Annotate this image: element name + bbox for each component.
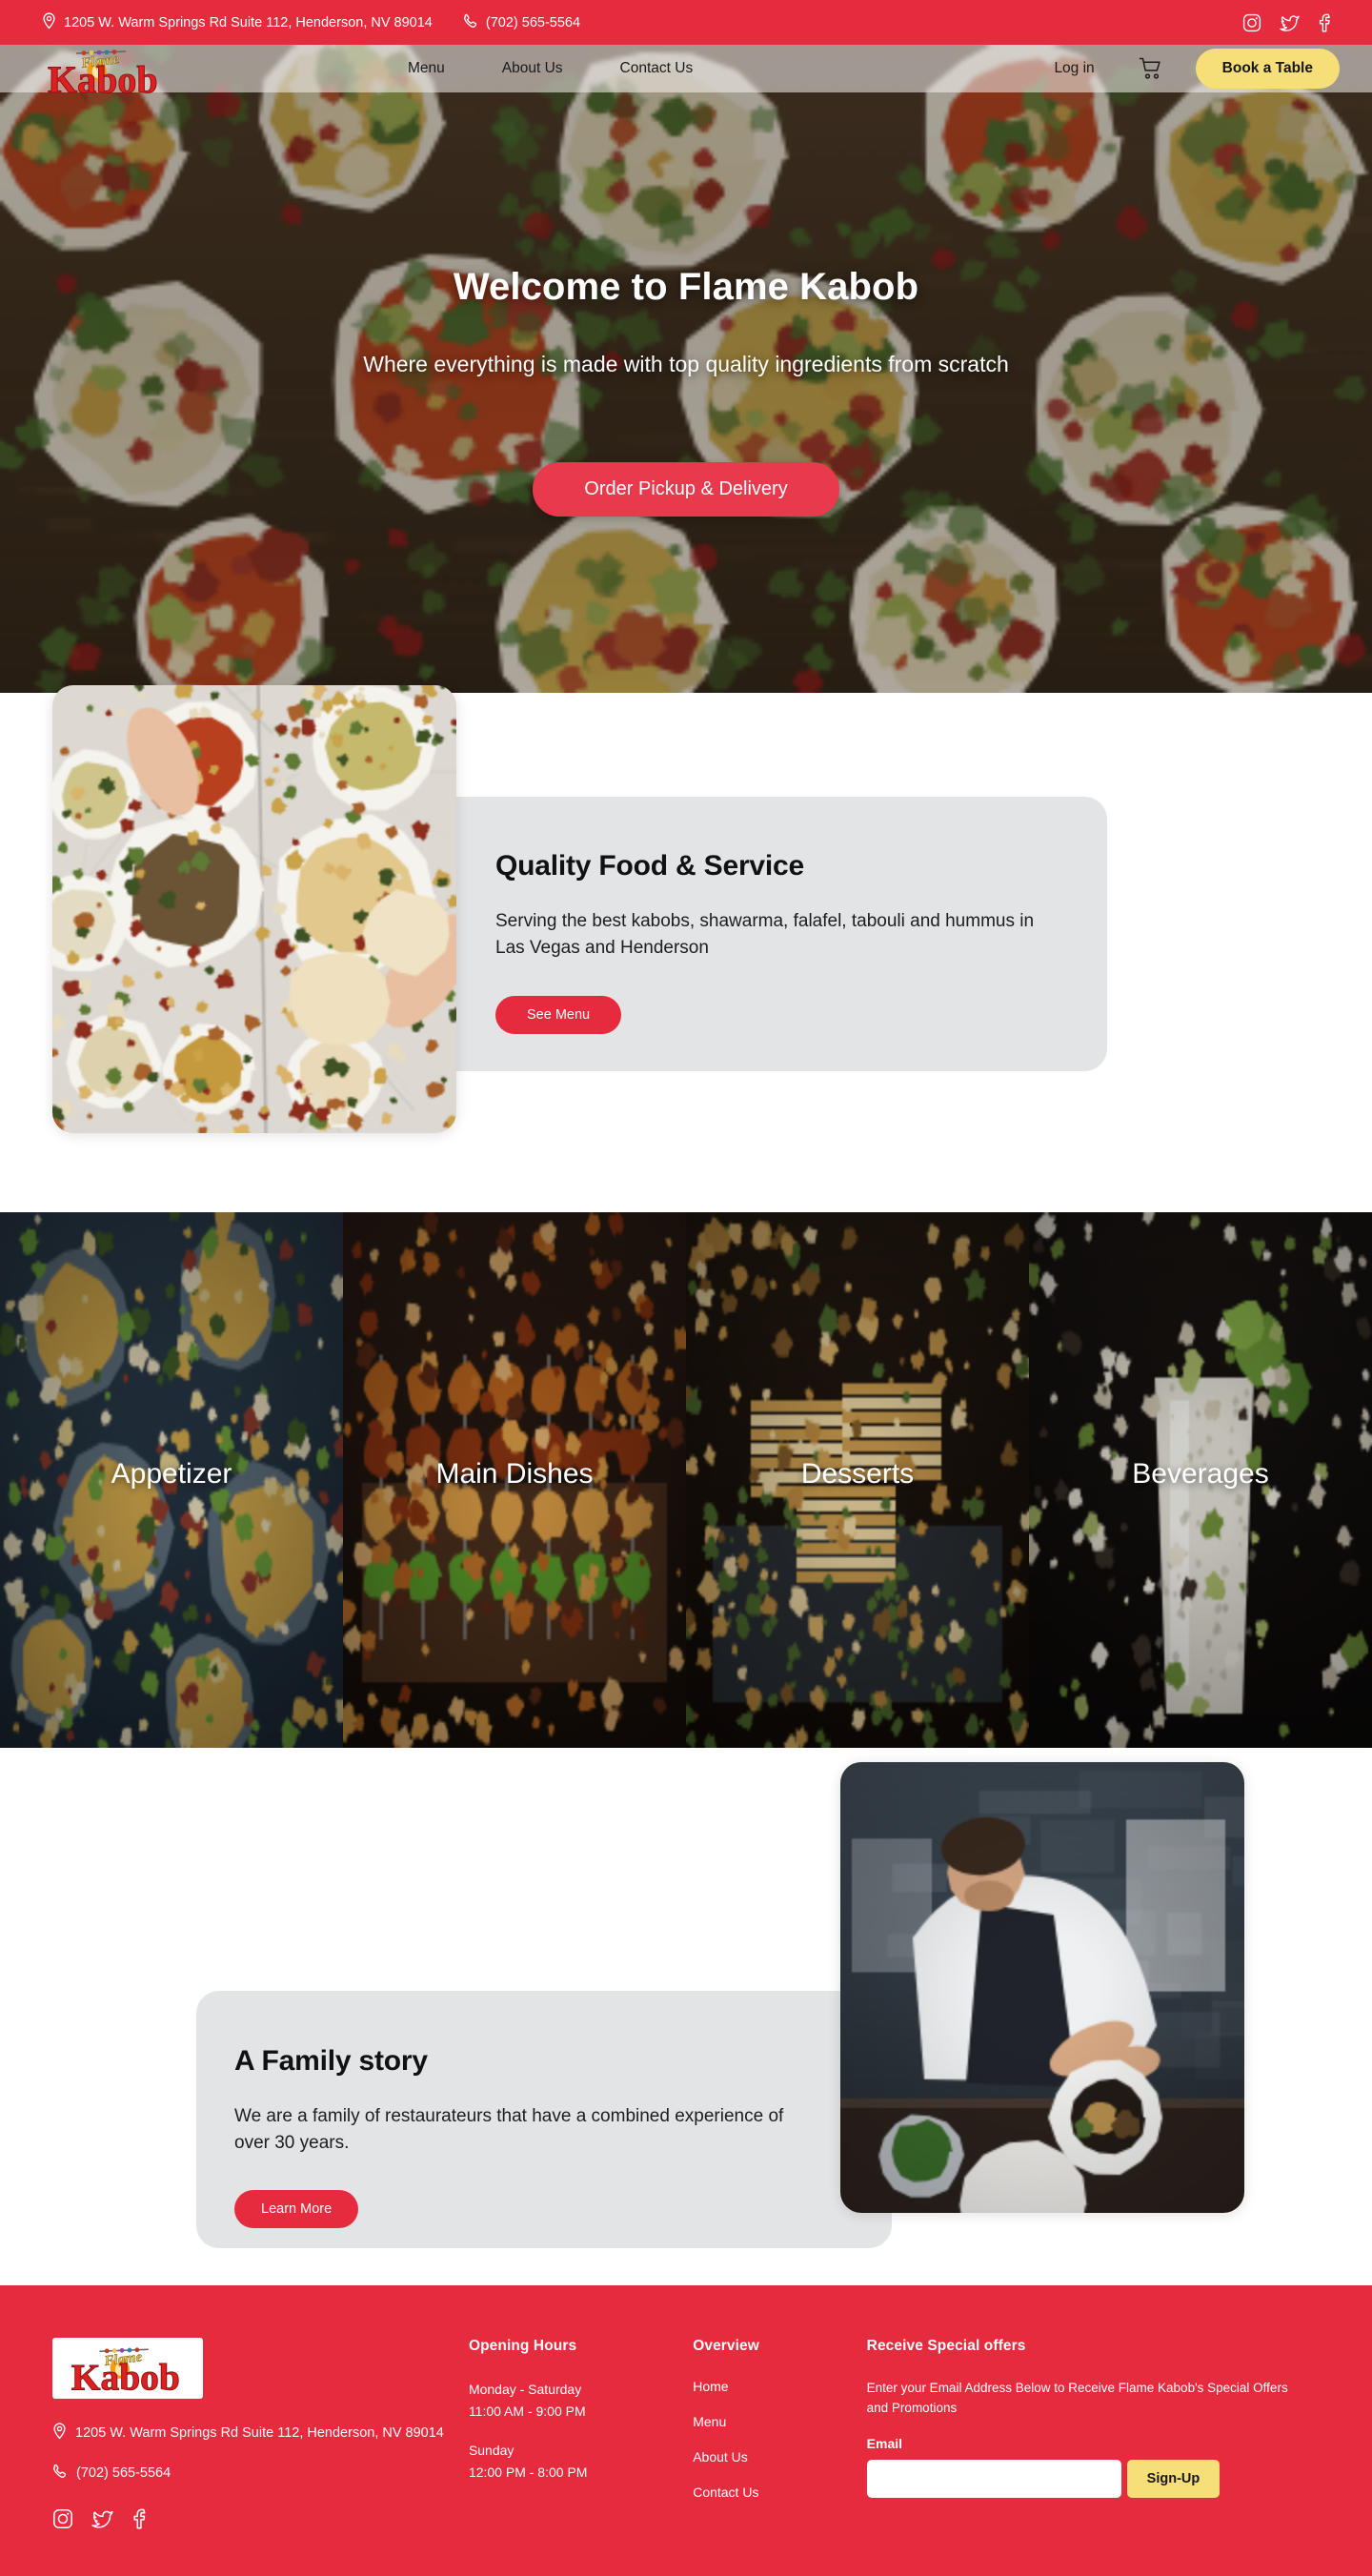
footer-address: 1205 W. Warm Springs Rd Suite 112, Hende… [52, 2423, 469, 2444]
svg-text:Kabob: Kabob [48, 58, 158, 98]
hero-section: Flame Kabob Menu About Us Contact Us Log… [0, 45, 1372, 693]
nav-right-group: Log in Book a Table [1025, 49, 1340, 89]
newsletter-email-label: Email [866, 2436, 903, 2452]
nav-links: Menu About Us Contact Us [379, 60, 721, 77]
topbar-social-links [1242, 13, 1330, 32]
facebook-icon[interactable] [131, 2508, 146, 2534]
category-tile-main-dishes[interactable]: Main Dishes [343, 1212, 686, 1748]
location-pin-icon [52, 2423, 67, 2444]
twitter-icon[interactable] [1280, 14, 1300, 31]
category-tile-appetizer[interactable]: Appetizer [0, 1212, 343, 1748]
footer-link-contact-us[interactable]: Contact Us [693, 2485, 866, 2500]
site-logo[interactable]: Flame Kabob [32, 45, 177, 98]
quality-body-text: Serving the best kabobs, shawarma, falaf… [495, 911, 1035, 958]
flame-kabob-logo-icon: Flame Kabob [48, 50, 158, 98]
flame-kabob-logo-icon: Flame Kabob [71, 2347, 180, 2397]
footer-logo[interactable]: Flame Kabob [52, 2338, 203, 2399]
order-pickup-delivery-button[interactable]: Order Pickup & Delivery [533, 462, 839, 517]
phone-icon [463, 13, 478, 32]
hero-subtitle: Where everything is made with top qualit… [363, 352, 1009, 376]
topbar-address-text: 1205 W. Warm Springs Rd Suite 112, Hende… [64, 14, 433, 30]
nav-item-menu[interactable]: Menu [379, 60, 474, 77]
topbar-address: 1205 W. Warm Springs Rd Suite 112, Hende… [42, 11, 433, 33]
category-label-main-dishes: Main Dishes [435, 1458, 594, 1490]
category-label-beverages: Beverages [1132, 1458, 1269, 1490]
phone-icon [52, 2464, 68, 2483]
footer-hours-sunday-time: 12:00 PM - 8:00 PM [468, 2464, 588, 2481]
footer-link-menu[interactable]: Menu [693, 2414, 866, 2429]
family-card: A Family story We are a family of restau… [196, 1991, 892, 2248]
book-a-table-button[interactable]: Book a Table [1195, 49, 1340, 89]
location-pin-icon [42, 11, 56, 33]
footer-social-links [52, 2508, 469, 2534]
quality-food-image [52, 685, 456, 1133]
chef-image [840, 1762, 1244, 2213]
instagram-icon[interactable] [1242, 13, 1261, 32]
footer-hours-weekday-time: 11:00 AM - 9:00 PM [468, 2403, 586, 2419]
footer-link-about-us[interactable]: About Us [693, 2449, 866, 2464]
category-label-appetizer: Appetizer [111, 1458, 232, 1490]
quality-food-section: Quality Food & Service Serving the best … [0, 685, 1372, 1212]
main-navigation: Flame Kabob Menu About Us Contact Us Log… [0, 45, 1372, 98]
footer-hours-sunday-days: Sunday [468, 2443, 514, 2459]
topbar-phone-text: (702) 565-5564 [485, 14, 581, 30]
category-tile-beverages[interactable]: Beverages [1029, 1212, 1372, 1748]
footer-newsletter-column: Receive Special offers Enter your Email … [866, 2338, 1320, 2534]
category-label-desserts: Desserts [800, 1458, 915, 1490]
family-story-section: A Family story We are a family of restau… [0, 1748, 1372, 2285]
footer-brand-column: Flame Kabob 1205 W. Warm Springs Rd Suit… [52, 2338, 469, 2534]
footer-hours-sunday: Sunday 12:00 PM - 8:00 PM [469, 2440, 693, 2483]
svg-text:Kabob: Kabob [71, 2357, 180, 2397]
newsletter-signup-button[interactable]: Sign-Up [1126, 2460, 1221, 2499]
family-body-text: We are a family of restaurateurs that ha… [234, 2106, 784, 2153]
newsletter-form: Sign-Up [866, 2460, 1320, 2499]
family-heading: A Family story [234, 2045, 428, 2077]
footer-phone[interactable]: (702) 565-5564 [52, 2464, 469, 2483]
twitter-icon[interactable] [91, 2509, 113, 2533]
learn-more-button[interactable]: Learn More [234, 2189, 359, 2228]
footer-address-text: 1205 W. Warm Springs Rd Suite 112, Hende… [75, 2425, 444, 2441]
footer-hours-weekday: Monday - Saturday 11:00 AM - 9:00 PM [469, 2379, 693, 2422]
category-tiles-section: Appetizer Main Dishes Desserts Beverages [0, 1212, 1372, 1748]
site-footer: Flame Kabob 1205 W. Warm Springs Rd Suit… [0, 2285, 1372, 2576]
footer-overview-column: Overview Home Menu About Us Contact Us [693, 2338, 866, 2534]
footer-hours-weekday-days: Monday - Saturday [468, 2382, 582, 2397]
quality-heading: Quality Food & Service [495, 850, 805, 882]
category-tile-desserts[interactable]: Desserts [686, 1212, 1029, 1748]
login-link[interactable]: Log in [1025, 60, 1122, 77]
hero-title: Welcome to Flame Kabob [453, 266, 919, 308]
newsletter-heading: Receive Special offers [866, 2338, 1026, 2354]
instagram-icon[interactable] [52, 2508, 73, 2534]
see-menu-button[interactable]: See Menu [495, 995, 622, 1034]
footer-phone-text: (702) 565-5564 [76, 2465, 172, 2481]
footer-overview-heading: Overview [693, 2338, 759, 2354]
top-contact-bar: 1205 W. Warm Springs Rd Suite 112, Hende… [0, 0, 1372, 45]
footer-hours-heading: Opening Hours [468, 2338, 577, 2354]
nav-item-contact-us[interactable]: Contact Us [592, 60, 722, 77]
shopping-cart-icon[interactable] [1123, 57, 1179, 80]
hero-content: Welcome to Flame Kabob Where everything … [0, 266, 1372, 517]
footer-link-home[interactable]: Home [693, 2379, 866, 2394]
footer-hours-column: Opening Hours Monday - Saturday 11:00 AM… [469, 2338, 693, 2534]
facebook-icon[interactable] [1318, 13, 1330, 32]
topbar-phone[interactable]: (702) 565-5564 [463, 13, 580, 32]
newsletter-description: Enter your Email Address Below to Receiv… [866, 2381, 1288, 2415]
newsletter-email-input[interactable] [866, 2460, 1121, 2499]
nav-item-about-us[interactable]: About Us [474, 60, 592, 77]
page-root: 1205 W. Warm Springs Rd Suite 112, Hende… [0, 0, 1372, 2576]
